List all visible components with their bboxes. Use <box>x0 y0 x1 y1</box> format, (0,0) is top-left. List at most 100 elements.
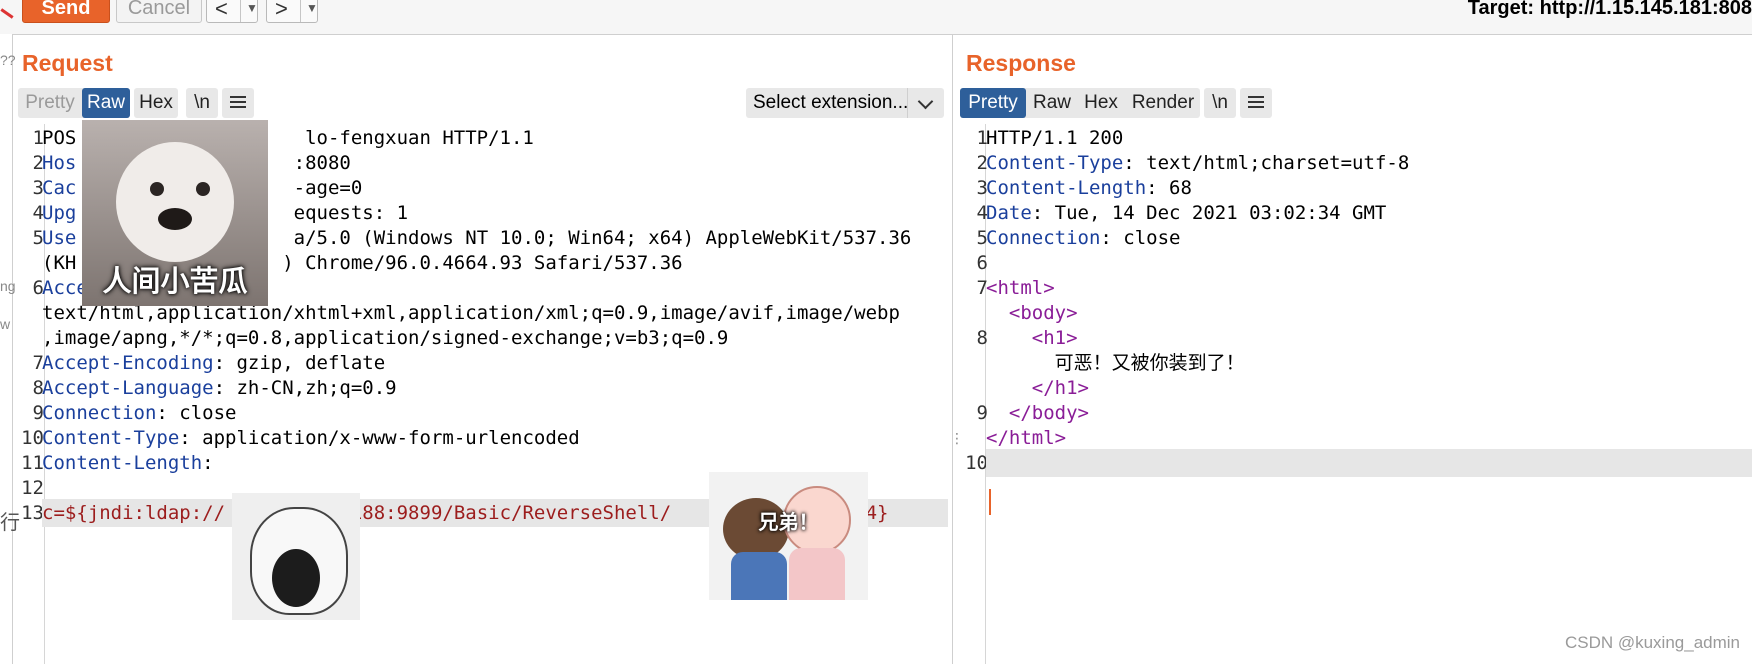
code-line: Accept-Language: zh-CN,zh;q=0.9 <box>42 374 397 402</box>
left-fragment: ?? <box>0 52 16 68</box>
response-tab-hex[interactable]: Hex <box>1076 88 1126 118</box>
code-line: Content-Type: application/x-www-form-url… <box>42 424 580 452</box>
select-extension-dropdown[interactable]: Select extension... <box>746 88 944 118</box>
line-number: 8 <box>976 327 988 349</box>
select-extension-label: Select extension... <box>753 92 909 113</box>
line-number: 8 <box>32 377 44 399</box>
code-line <box>986 449 1752 477</box>
hamburger-menu-icon <box>230 96 246 98</box>
line-number: 11 <box>21 452 44 474</box>
line-number: 1 <box>976 127 988 149</box>
code-line: Connection: close <box>986 224 1180 252</box>
left-fragment: ng <box>0 278 16 294</box>
code-line: Content-Length: 68 <box>986 174 1192 202</box>
code-line: Content-Length: <box>42 449 214 477</box>
line-number <box>16 324 44 352</box>
code-line: Date: Tue, 14 Dec 2021 03:02:34 GMT <box>986 199 1386 227</box>
code-line: <html> <box>986 274 1055 302</box>
code-line: <h1> <box>986 324 1078 352</box>
line-text: : zh-CN,zh;q=0.9 <box>213 377 397 399</box>
response-menu-button[interactable] <box>1240 88 1272 118</box>
html-tag: </body> <box>986 402 1089 424</box>
request-menu-button[interactable] <box>222 88 254 118</box>
forward-arrow-icon: > <box>275 0 288 21</box>
line-text: : close <box>1100 227 1181 249</box>
back-dropdown-icon[interactable]: ▼ <box>240 0 258 22</box>
line-number: 7 <box>32 352 44 374</box>
forward-button[interactable]: > ▼ <box>266 0 318 23</box>
html-tag: </h1> <box>986 377 1089 399</box>
request-title: Request <box>22 50 113 76</box>
brothers-sticker-image: 兄弟！ <box>709 472 868 600</box>
line-number: 2 <box>976 152 988 174</box>
line-number <box>16 249 44 277</box>
response-tab-raw[interactable]: Raw <box>1028 88 1076 118</box>
line-number: 2 <box>32 152 44 174</box>
line-text: : Tue, 14 Dec 2021 03:02:34 GMT <box>1031 202 1387 224</box>
line-text: : 68 <box>1146 177 1192 199</box>
line-number: 4 <box>976 202 988 224</box>
header-key: Content-Type <box>42 427 180 449</box>
header-key: Content-Length <box>42 452 203 474</box>
dog-sticker-caption: 人间小苦瓜 <box>102 264 248 298</box>
header-key: Accept-Encoding <box>42 352 214 374</box>
brothers-sticker-caption: 兄弟！ <box>758 510 819 534</box>
code-line: <body> <box>986 299 1078 327</box>
line-number: 5 <box>976 227 988 249</box>
request-tabs: Pretty Raw <box>18 88 130 118</box>
line-number: 10 <box>21 427 44 449</box>
html-tag: <h1> <box>986 327 1078 349</box>
response-editor[interactable]: 1 HTTP/1.1 200 2 Content-Type: text/html;ch… <box>960 124 1752 664</box>
response-title: Response <box>966 50 1076 76</box>
request-newline-toggle[interactable]: \n <box>186 88 218 118</box>
hamburger-menu-icon <box>1248 96 1264 98</box>
line-number <box>960 374 988 402</box>
header-key: Connection <box>986 227 1101 249</box>
line-text: 可恶！又被你装到了！ <box>986 352 1245 374</box>
back-button[interactable]: < ▼ <box>206 0 258 23</box>
code-line: </h1> <box>986 374 1089 402</box>
send-button[interactable]: Send <box>22 0 110 23</box>
code-line: </html> <box>986 424 1066 452</box>
request-tab-hex[interactable]: Hex <box>134 88 178 118</box>
line-text: : gzip, deflate <box>213 352 386 374</box>
code-line: Connection: close <box>42 399 236 427</box>
request-tab-raw[interactable]: Raw <box>82 88 130 118</box>
header-key: Date <box>986 202 1032 224</box>
line-text: : close <box>156 402 237 424</box>
response-tab-pretty[interactable]: Pretty <box>960 88 1026 118</box>
line-number: 3 <box>976 177 988 199</box>
header-key: Connection <box>42 402 157 424</box>
code-line: Accept-Encoding: gzip, deflate <box>42 349 385 377</box>
panel-divider[interactable] <box>952 34 953 664</box>
header-key: Hos <box>42 152 77 174</box>
back-arrow-icon: < <box>215 0 228 21</box>
line-text: HTTP/1.1 200 <box>986 127 1124 149</box>
line-number: 13 <box>21 502 44 524</box>
header-key: Use <box>42 227 77 249</box>
response-tab-render[interactable]: Render <box>1126 88 1200 118</box>
code-line: ,image/apng,*/*;q=0.8,application/signed… <box>42 324 728 352</box>
forward-dropdown-icon[interactable]: ▼ <box>300 0 318 22</box>
line-number: 4 <box>32 202 44 224</box>
code-line: HTTP/1.1 200 <box>986 124 1123 152</box>
html-tag: <body> <box>986 302 1078 324</box>
header-key: c <box>42 502 54 524</box>
code-line: </body> <box>986 399 1089 427</box>
code-line: Content-Type: text/html;charset=utf-8 <box>986 149 1409 177</box>
line-number: 7 <box>976 277 988 299</box>
top-toolbar: Send Cancel < ▼ > ▼ Target: http://1.15.… <box>0 0 1752 35</box>
header-key: Upg <box>42 202 77 224</box>
request-tab-pretty[interactable]: Pretty <box>18 88 82 118</box>
line-number: 6 <box>32 277 44 299</box>
header-key: Content-Type <box>986 152 1124 174</box>
line-text: : text/html;charset=utf-8 <box>1123 152 1410 174</box>
cancel-button[interactable]: Cancel <box>116 0 202 23</box>
chevron-down-icon <box>907 88 944 118</box>
html-tag: </html> <box>986 427 1067 449</box>
code-line: 可恶！又被你装到了！ <box>986 349 1245 377</box>
target-url[interactable]: Target: http://1.15.145.181:808 <box>1468 0 1752 20</box>
crying-cat-sticker-image <box>232 493 360 620</box>
response-newline-toggle[interactable]: \n <box>1204 88 1236 118</box>
line-text: ,image/apng,*/*;q=0.8,application/signed… <box>42 327 729 349</box>
